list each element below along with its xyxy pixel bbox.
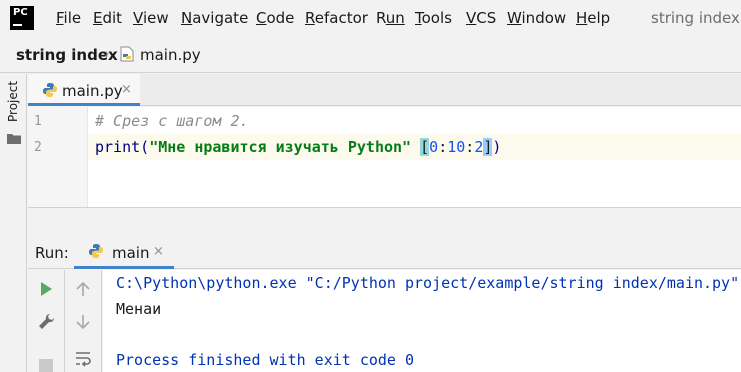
tab-main-py[interactable]: main.py ×: [28, 74, 140, 106]
menu-bar: PC File Edit View Navigate Code Refactor…: [0, 0, 741, 37]
line-number: 1: [34, 114, 42, 129]
tab-label: main: [112, 244, 150, 262]
folder-icon: [7, 130, 21, 144]
soft-wrap-icon[interactable]: [73, 348, 93, 368]
menu-edit[interactable]: Edit: [93, 9, 122, 27]
arrow-up-icon[interactable]: [73, 279, 93, 299]
code-statement: print("Мне нравится изучать Python" [0:1…: [95, 138, 502, 156]
chevron-right-icon: ›: [104, 46, 110, 62]
console-exit-message: Process finished with exit code 0: [116, 351, 415, 369]
run-panel-title: Run:: [35, 244, 69, 262]
menu-help[interactable]: Help: [576, 9, 610, 27]
python-file-icon: [42, 82, 58, 98]
stop-icon[interactable]: [36, 356, 56, 372]
menu-window[interactable]: Window: [507, 9, 566, 27]
menu-tools[interactable]: Tools: [415, 9, 452, 27]
code-editor[interactable]: 1 2 # Срез с шагом 2. print("Мне нравитс…: [28, 107, 741, 207]
tab-run-main[interactable]: main ×: [74, 236, 174, 269]
wrench-icon[interactable]: [36, 312, 56, 332]
pycharm-logo-icon: PC: [10, 6, 34, 30]
breadcrumb: string index › main.py: [0, 37, 741, 73]
console-output: Менаи: [116, 300, 162, 318]
line-number: 2: [34, 140, 42, 155]
console-command: C:\Python\python.exe "C:/Python project/…: [116, 274, 740, 292]
tab-label: main.py: [62, 82, 123, 100]
run-icon[interactable]: [36, 279, 56, 299]
code-comment: # Срез с шагом 2.: [95, 112, 249, 130]
breadcrumb-project[interactable]: string index: [16, 46, 118, 64]
console-toolbar: [65, 270, 102, 372]
menu-vcs[interactable]: VCS: [466, 9, 496, 27]
python-file-icon: [88, 243, 104, 259]
menu-view[interactable]: View: [133, 9, 169, 27]
close-icon[interactable]: ×: [153, 244, 164, 259]
code-line-current[interactable]: print("Мне нравится изучать Python" [0:1…: [88, 134, 741, 160]
menu-run[interactable]: Run: [376, 9, 405, 27]
close-icon[interactable]: ×: [121, 82, 132, 97]
editor-bottom-area: [28, 207, 741, 236]
menu-code[interactable]: Code: [256, 9, 294, 27]
editor-tab-bar: main.py ×: [28, 74, 741, 106]
run-console[interactable]: C:\Python\python.exe "C:/Python project/…: [103, 270, 741, 372]
run-panel-header: Run: main ×: [28, 236, 741, 269]
menu-refactor[interactable]: Refactor: [305, 9, 368, 27]
run-toolbar: [28, 270, 65, 372]
window-title: string index -: [651, 9, 741, 27]
menu-file[interactable]: File: [56, 9, 81, 27]
menu-navigate[interactable]: Navigate: [181, 9, 248, 27]
code-line[interactable]: # Срез с шагом 2.: [88, 108, 741, 134]
breadcrumb-file[interactable]: main.py: [140, 46, 201, 64]
project-tool-button[interactable]: Project: [2, 81, 26, 124]
python-file-icon: [120, 46, 134, 62]
line-gutter: 1 2: [28, 107, 88, 207]
arrow-down-icon[interactable]: [73, 312, 93, 332]
